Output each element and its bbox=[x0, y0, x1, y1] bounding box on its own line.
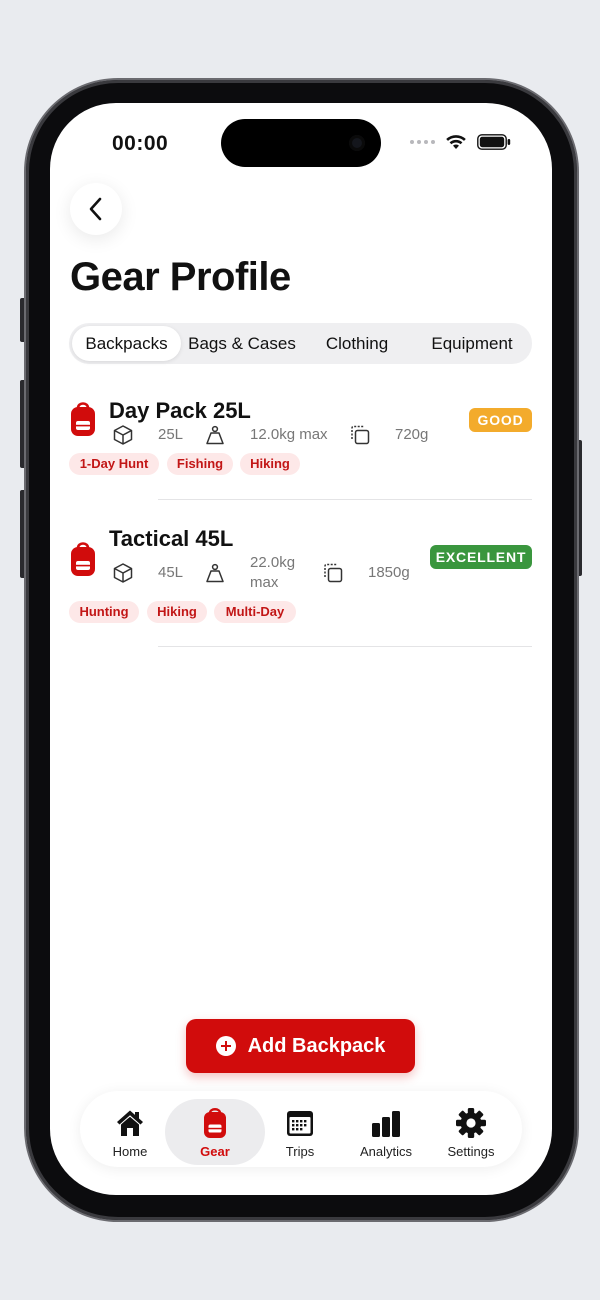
add-backpack-label: Add Backpack bbox=[247, 1034, 386, 1057]
activity-tag: Fishing bbox=[167, 453, 233, 475]
nav-settings[interactable]: Settings bbox=[421, 1091, 521, 1167]
max-load-value: 12.0kg max bbox=[250, 426, 328, 443]
backpack-icon bbox=[204, 1108, 226, 1138]
capacity-value: 45L bbox=[158, 564, 184, 581]
home-icon bbox=[117, 1110, 143, 1136]
list-divider bbox=[158, 499, 532, 500]
activity-tag: Hunting bbox=[69, 601, 139, 623]
tab-backpacks[interactable]: Backpacks bbox=[72, 326, 181, 361]
nav-settings-label: Settings bbox=[447, 1144, 495, 1159]
category-tabs: Backpacks Bags & Cases Clothing Equipmen… bbox=[69, 323, 532, 364]
copy-icon bbox=[351, 425, 370, 445]
activity-tag: Hiking bbox=[147, 601, 207, 623]
condition-badge: GOOD bbox=[469, 408, 532, 432]
app-screen: 00:00 Gear Profile Backpacks Bags & Case… bbox=[50, 103, 552, 1195]
copy-icon bbox=[324, 563, 343, 583]
box-icon bbox=[113, 563, 133, 583]
bar-chart-icon bbox=[372, 1111, 400, 1137]
capacity-value: 25L bbox=[158, 426, 184, 443]
wifi-icon bbox=[446, 135, 466, 149]
calendar-icon bbox=[287, 1111, 313, 1136]
max-load-value: 22.0kg bbox=[250, 554, 296, 571]
list-divider bbox=[158, 646, 532, 647]
gear-icon bbox=[456, 1108, 486, 1138]
status-indicators bbox=[410, 134, 511, 150]
backpack-icon bbox=[71, 542, 95, 576]
camera-icon bbox=[349, 135, 365, 151]
tab-equipment[interactable]: Equipment bbox=[422, 326, 522, 361]
activity-tag: Hiking bbox=[240, 453, 300, 475]
back-button[interactable] bbox=[70, 183, 122, 235]
battery-icon bbox=[477, 134, 511, 150]
weight-scale-icon bbox=[206, 563, 224, 583]
nav-trips-label: Trips bbox=[285, 1144, 315, 1159]
gear-item-name: Tactical 45L bbox=[109, 526, 234, 551]
plus-circle-icon bbox=[215, 1036, 236, 1056]
add-backpack-button[interactable]: Add Backpack bbox=[186, 1019, 415, 1073]
chevron-left-icon bbox=[89, 197, 102, 221]
nav-trips[interactable]: Trips bbox=[250, 1091, 350, 1167]
weight-value: 720g bbox=[395, 426, 429, 443]
backpack-icon bbox=[71, 402, 95, 436]
signal-icon bbox=[410, 140, 435, 144]
activity-tag: 1-Day Hunt bbox=[69, 453, 159, 475]
gear-item-card[interactable]: Tactical 45L EXCELLENT 45L 22.0kg max 18… bbox=[50, 521, 552, 649]
tab-bags-cases[interactable]: Bags & Cases bbox=[182, 326, 302, 361]
gear-item-card[interactable]: Day Pack 25L GOOD 25L 12.0kg max 720g 1-… bbox=[50, 393, 552, 503]
gear-item-name: Day Pack 25L bbox=[109, 398, 251, 423]
weight-value: 1850g bbox=[368, 564, 410, 581]
activity-tag: Multi-Day bbox=[214, 601, 296, 623]
condition-badge: EXCELLENT bbox=[430, 545, 532, 569]
status-time: 00:00 bbox=[112, 132, 169, 155]
bottom-navigation: Home Gear Trips Analytics Settings bbox=[80, 1091, 522, 1167]
weight-scale-icon bbox=[206, 425, 224, 445]
tab-clothing[interactable]: Clothing bbox=[309, 326, 405, 361]
dynamic-island bbox=[221, 119, 381, 167]
max-load-unit: max bbox=[250, 574, 279, 591]
box-icon bbox=[113, 425, 133, 445]
page-title: Gear Profile bbox=[70, 255, 291, 299]
